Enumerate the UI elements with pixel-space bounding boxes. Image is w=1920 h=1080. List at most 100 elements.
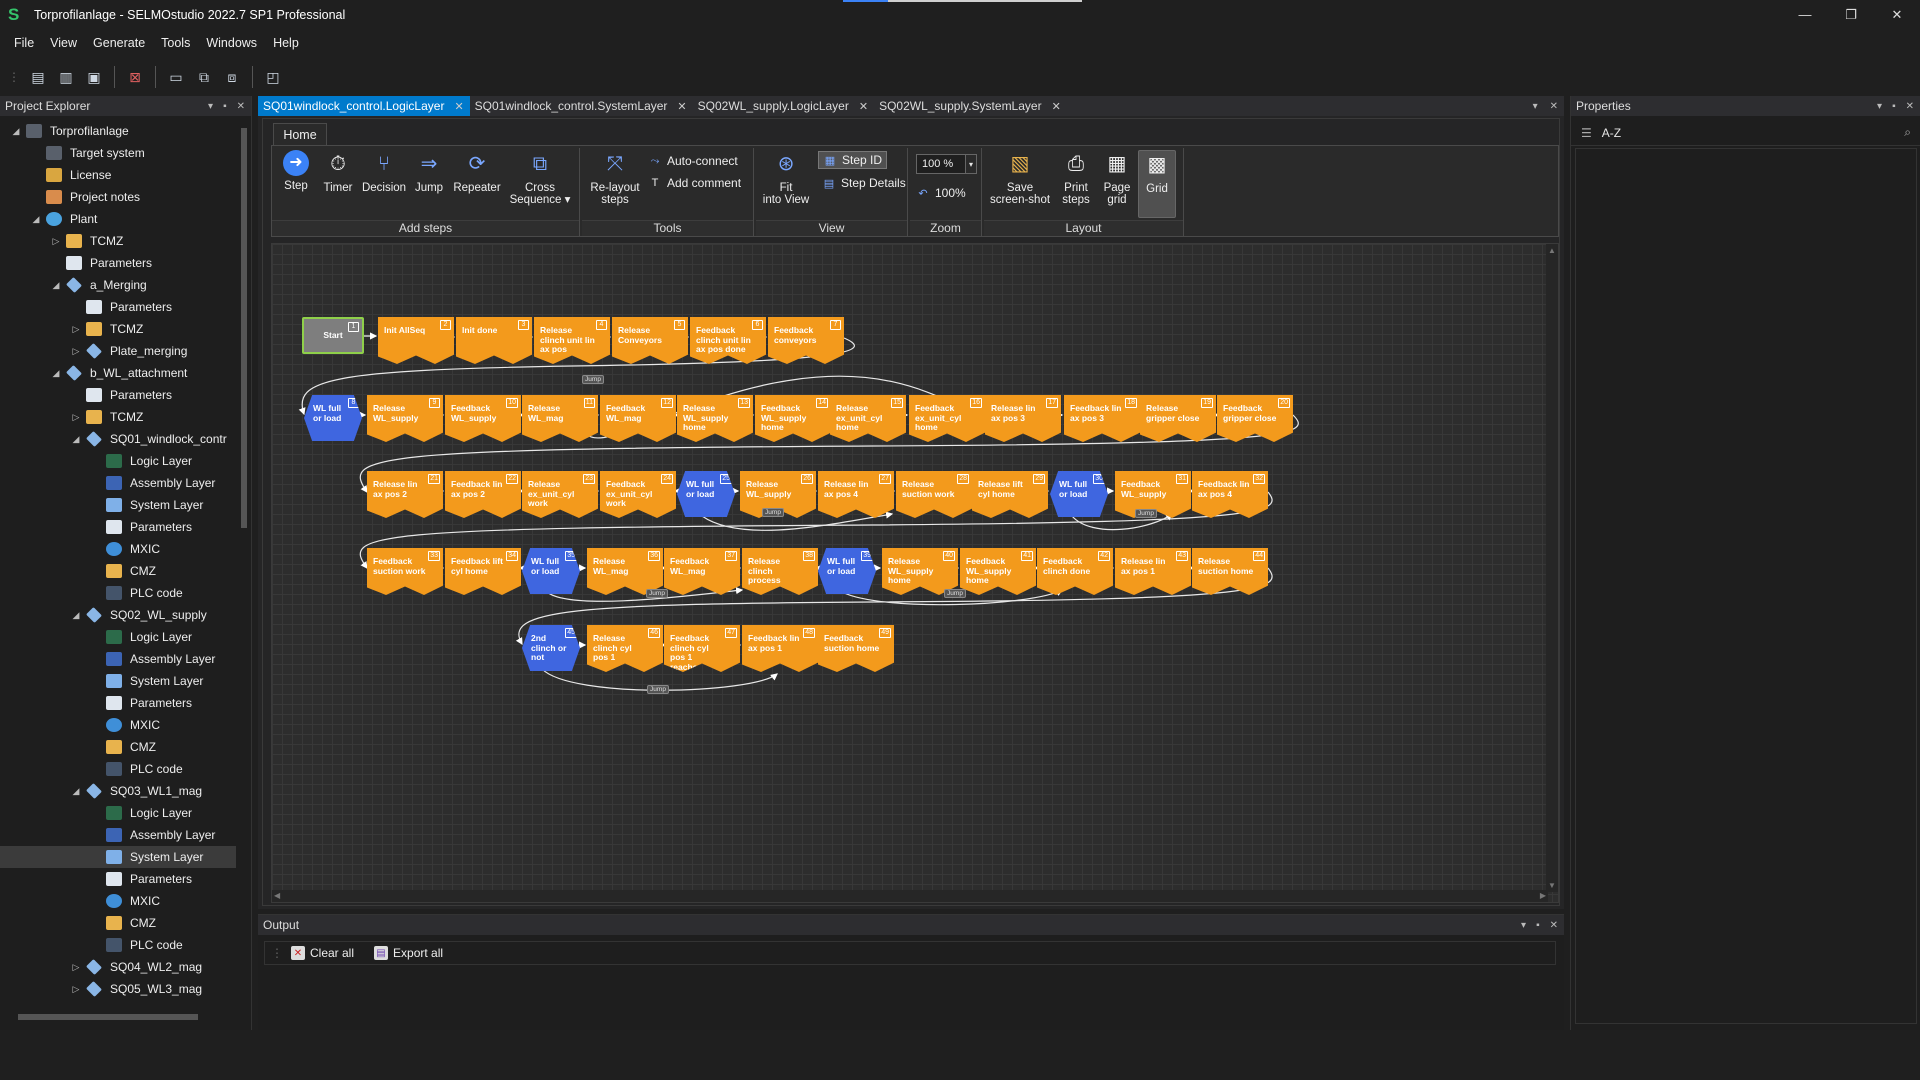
jump-label[interactable]: Jump bbox=[944, 589, 966, 598]
scroll-left-icon[interactable]: ◀ bbox=[274, 891, 280, 900]
restore-button[interactable]: ❐ bbox=[1828, 0, 1874, 29]
add-decision-button[interactable]: ⑂ Decision bbox=[360, 150, 408, 194]
zoom-input[interactable]: 100 % bbox=[916, 154, 966, 174]
tree-item[interactable]: ◢ SQ03_WL1_mag bbox=[0, 780, 236, 802]
zoom-dropdown-icon[interactable]: ▾ bbox=[965, 154, 977, 174]
close-button[interactable]: ✕ bbox=[1874, 0, 1920, 29]
decision-node[interactable]: WL full or load 39 bbox=[818, 548, 876, 594]
relayout-steps-button[interactable]: ⤧ Re-layout steps bbox=[586, 150, 644, 206]
page-grid-button[interactable]: ▦ Page grid bbox=[1098, 150, 1136, 206]
panel-dropdown-icon[interactable]: ▾ bbox=[1877, 101, 1882, 112]
export-all-button[interactable]: ▤ Export all bbox=[374, 946, 443, 960]
tab-sq02-logic-layer[interactable]: SQ02WL_supply.LogicLayer ✕ bbox=[693, 96, 874, 116]
add-step-button[interactable]: ➜ Step bbox=[276, 150, 316, 192]
jump-label[interactable]: Jump bbox=[1135, 509, 1157, 518]
jump-label[interactable]: Jump bbox=[647, 685, 669, 694]
add-timer-button[interactable]: ⏱ Timer bbox=[318, 150, 358, 194]
tree-item[interactable]: MXIC bbox=[0, 714, 236, 736]
step-details-toggle[interactable]: ▤ Step Details bbox=[822, 176, 906, 190]
decision-node[interactable]: 2nd clinch or not 45 bbox=[522, 625, 580, 671]
start-node[interactable]: Start 1 bbox=[302, 317, 364, 354]
tree-expander-icon[interactable]: ◢ bbox=[30, 214, 42, 225]
close-project-icon[interactable]: ⊠ bbox=[123, 65, 147, 89]
tree-item[interactable]: System Layer bbox=[0, 846, 236, 868]
tree-item[interactable]: Logic Layer bbox=[0, 802, 236, 824]
save-screenshot-button[interactable]: ▧ Save screen-shot bbox=[988, 150, 1052, 206]
panel-dropdown-icon[interactable]: ▾ bbox=[1521, 920, 1526, 931]
tree-horizontal-scrollbar[interactable] bbox=[8, 1012, 228, 1022]
jump-label[interactable]: Jump bbox=[646, 589, 668, 598]
tree-item[interactable]: Parameters bbox=[0, 516, 236, 538]
tab-sq01-logic-layer[interactable]: SQ01windlock_control.LogicLayer ✕ bbox=[258, 96, 470, 116]
jump-label[interactable]: Jump bbox=[762, 508, 784, 517]
tree-item[interactable]: ▷ Plate_merging bbox=[0, 340, 236, 362]
jump-label[interactable]: Jump bbox=[582, 375, 604, 384]
tree-item[interactable]: ◢ b_WL_attachment bbox=[0, 362, 236, 384]
print-steps-button[interactable]: ⎙ Print steps bbox=[1056, 150, 1096, 206]
tree-item[interactable]: ▷ SQ04_WL2_mag bbox=[0, 956, 236, 978]
step-id-toggle[interactable]: ▦ Step ID bbox=[818, 151, 888, 169]
scroll-up-icon[interactable]: ▲ bbox=[1548, 246, 1556, 255]
menu-tools[interactable]: Tools bbox=[153, 36, 198, 50]
tree-item[interactable]: System Layer bbox=[0, 494, 236, 516]
tree-expander-icon[interactable]: ▷ bbox=[50, 236, 62, 247]
menu-generate[interactable]: Generate bbox=[85, 36, 153, 50]
scroll-down-icon[interactable]: ▼ bbox=[1548, 881, 1556, 890]
monitor-icon[interactable]: ◰ bbox=[261, 65, 285, 89]
tree-item[interactable]: Parameters bbox=[0, 296, 236, 318]
ribbon-tab-home[interactable]: Home bbox=[273, 123, 327, 145]
tabs-dropdown-icon[interactable]: ▾ bbox=[1533, 101, 1538, 112]
tree-expander-icon[interactable]: ▷ bbox=[70, 324, 82, 335]
decision-node[interactable]: WL full or load 30 bbox=[1050, 471, 1108, 517]
tree-item[interactable]: Parameters bbox=[0, 692, 236, 714]
tree-expander-icon[interactable]: ◢ bbox=[70, 786, 82, 797]
tree-expander-icon[interactable]: ▷ bbox=[70, 346, 82, 357]
tree-item[interactable]: MXIC bbox=[0, 538, 236, 560]
code-gen-icon[interactable]: ⧈ bbox=[220, 65, 244, 89]
tree-expander-icon[interactable]: ▷ bbox=[70, 984, 82, 995]
panel-close-icon[interactable]: ✕ bbox=[237, 101, 245, 112]
panel-close-icon[interactable]: ✕ bbox=[1906, 101, 1914, 112]
add-cross-sequence-button[interactable]: ⧉ Cross Sequence ▾ bbox=[508, 150, 572, 206]
menu-view[interactable]: View bbox=[42, 36, 85, 50]
menu-help[interactable]: Help bbox=[265, 36, 307, 50]
minimize-button[interactable]: — bbox=[1782, 0, 1828, 29]
auto-connect-button[interactable]: ⤳ Auto-connect bbox=[648, 154, 738, 168]
tree-item[interactable]: ▷ TCMZ bbox=[0, 406, 236, 428]
zoom-reset-button[interactable]: ↶ 100% bbox=[916, 186, 965, 200]
add-repeater-button[interactable]: ⟳ Repeater bbox=[450, 150, 504, 194]
tree-item[interactable]: ▷ SQ05_WL3_mag bbox=[0, 978, 236, 1000]
tree-item[interactable]: Assembly Layer bbox=[0, 824, 236, 846]
tree-item[interactable]: CMZ bbox=[0, 912, 236, 934]
panel-pin-icon[interactable]: ▪ bbox=[1536, 920, 1540, 931]
tree-item[interactable]: ▷ TCMZ bbox=[0, 318, 236, 340]
menu-file[interactable]: File bbox=[6, 36, 42, 50]
tree-item[interactable]: ◢ SQ02_WL_supply bbox=[0, 604, 236, 626]
search-icon[interactable]: ⌕ bbox=[1904, 125, 1911, 140]
tree-expander-icon[interactable]: ◢ bbox=[50, 280, 62, 291]
tree-item[interactable]: License bbox=[0, 164, 236, 186]
sort-az-button[interactable]: A-Z bbox=[1602, 126, 1621, 140]
new-icon[interactable]: ▤ bbox=[26, 65, 50, 89]
close-document-icon[interactable]: ✕ bbox=[1550, 101, 1558, 112]
tree-item[interactable]: Target system bbox=[0, 142, 236, 164]
tree-item[interactable]: ◢ a_Merging bbox=[0, 274, 236, 296]
close-tab-icon[interactable]: ✕ bbox=[859, 100, 868, 113]
tree-item[interactable]: System Layer bbox=[0, 670, 236, 692]
tree-item[interactable]: Parameters bbox=[0, 252, 236, 274]
tree-item[interactable]: ◢ Plant bbox=[0, 208, 236, 230]
tree-item[interactable]: Parameters bbox=[0, 868, 236, 890]
tree-item[interactable]: Parameters bbox=[0, 384, 236, 406]
tree-item[interactable]: PLC code bbox=[0, 582, 236, 604]
close-tab-icon[interactable]: ✕ bbox=[454, 100, 463, 113]
save-icon[interactable]: ▣ bbox=[82, 65, 106, 89]
tree-expander-icon[interactable]: ◢ bbox=[70, 434, 82, 445]
tab-sq02-system-layer[interactable]: SQ02WL_supply.SystemLayer ✕ bbox=[874, 96, 1067, 116]
scrollbar-thumb[interactable] bbox=[18, 1014, 198, 1020]
tree-item[interactable]: PLC code bbox=[0, 934, 236, 956]
canvas-vertical-scrollbar[interactable]: ▲ ▼ bbox=[1546, 244, 1558, 892]
tree-expander-icon[interactable]: ◢ bbox=[10, 126, 22, 137]
close-tab-icon[interactable]: ✕ bbox=[1052, 100, 1061, 113]
open-icon[interactable]: ▥ bbox=[54, 65, 78, 89]
tree-item[interactable]: Assembly Layer bbox=[0, 472, 236, 494]
